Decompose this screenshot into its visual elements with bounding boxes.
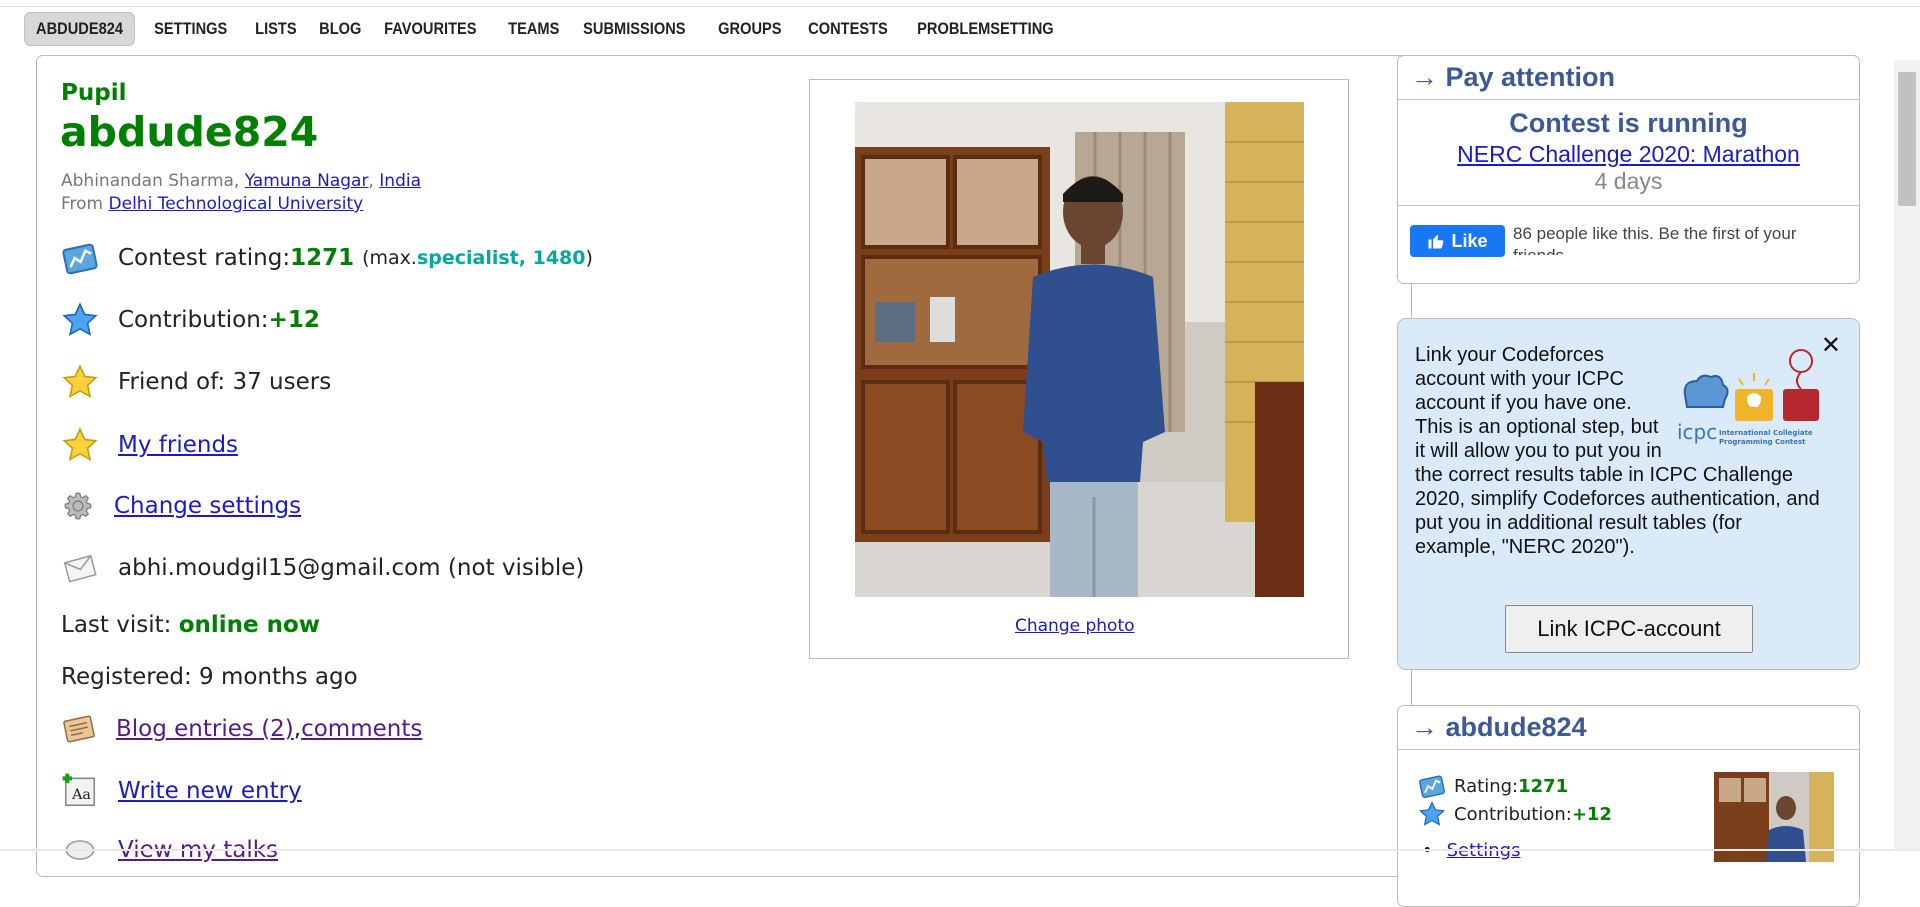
user-rank: Pupil [61,80,127,106]
contribution-label: Contribution: [118,307,269,333]
svg-text:Aa: Aa [71,787,91,803]
gold-star-icon [60,425,100,465]
change-photo-link[interactable]: Change photo [1015,616,1135,636]
rating-graph-icon [60,238,100,278]
menu-item-settings[interactable]: SETTINGS [143,13,238,45]
svg-text:International Collegiate: International Collegiate [1719,429,1813,437]
pay-attention-box: → Pay attention Contest is running NERC … [1397,55,1860,284]
rating-row: Contest rating: 1271 (max. specialist, 1… [60,238,593,278]
friend-of-text: Friend of: 37 users [118,369,332,395]
pay-attention-title: → Pay attention [1398,56,1859,100]
user-box-title: → abdude824 [1398,706,1859,750]
icpc-link-box: ✕ icpc International Collegiate Programm… [1397,318,1860,670]
link-icpc-account-button[interactable]: Link ICPC-account [1505,605,1753,653]
user-name-location: Abhinandan Sharma, Yamuna Nagar, India [61,171,421,191]
change-settings-row: Change settings [60,486,301,526]
menu-item-submissions[interactable]: SUBMISSIONS [572,13,697,45]
blog-book-icon [60,709,98,749]
my-friends-row: My friends [60,425,238,465]
max-close: ) [585,247,593,269]
gear-icon [60,486,96,526]
last-visit-value: online now [178,612,321,638]
menu-item-lists[interactable]: LISTS [244,13,308,45]
user-box-rating-label: Rating: [1454,775,1519,797]
blog-row: Blog entries (2), comments [60,709,422,749]
user-full-name: Abhinandan Sharma, [61,171,245,191]
facebook-like-count: 86 people like this. Be the first of you… [1513,224,1797,255]
blue-star-icon [1419,800,1445,826]
write-entry-row: Aa Write new entry [60,771,302,811]
new-entry-icon: Aa [60,771,100,811]
thumbs-up-icon [1428,235,1444,249]
user-photo [855,102,1304,597]
user-box-contribution-value: +12 [1571,803,1612,825]
menu-item-profile[interactable]: ABDUDE824 [24,12,136,46]
icpc-logo-word: icpc [1677,420,1717,444]
city-link[interactable]: Yamuna Nagar [245,171,369,191]
user-organization: From Delhi Technological University [61,194,363,214]
user-box-rating-value: 1271 [1518,775,1569,797]
contribution-value: +12 [268,307,320,333]
location-separator: , [368,171,380,191]
contribution-row: Contribution: +12 [60,300,320,340]
rating-label: Contest rating: [118,245,291,271]
blue-star-icon [60,300,100,340]
email-text: abhi.moudgil15@gmail.com (not visible) [118,555,585,581]
max-open: (max. [362,247,417,269]
profile-menu: ABDUDE824 SETTINGS LISTS BLOG FAVOURITES… [24,12,1080,46]
user-box-rating-row: Rating: 1271 [1418,772,1568,800]
last-visit-label: Last visit: [61,612,179,638]
running-contest-link[interactable]: NERC Challenge 2020: Marathon [1398,141,1859,168]
contest-status: Contest is running [1509,108,1748,138]
blog-comma: , [293,716,302,742]
icpc-logo: icpc International Collegiate Programmin… [1677,349,1819,446]
menu-item-teams[interactable]: TEAMS [497,13,571,45]
write-new-entry-link[interactable]: Write new entry [118,778,302,804]
facebook-like-button[interactable]: Like [1410,225,1505,257]
menu-item-contests[interactable]: CONTESTS [797,13,899,45]
contest-running-section: Contest is running NERC Challenge 2020: … [1398,100,1859,195]
svg-text:Programming Contest: Programming Contest [1719,438,1806,446]
rating-value: 1271 [290,245,355,271]
user-sidebar-box: → abdude824 Rating: 1271 Contribution: +… [1397,705,1860,907]
contest-remaining-time: 4 days [1594,168,1663,194]
menu-item-blog[interactable]: BLOG [308,13,373,45]
page-scrollbar-thumb[interactable] [1898,72,1916,206]
registered: Registered: 9 months ago [61,664,358,690]
menu-item-groups[interactable]: GROUPS [707,13,793,45]
last-visit: Last visit: online now [61,612,320,638]
organization-link[interactable]: Delhi Technological University [109,194,364,214]
my-friends-link[interactable]: My friends [118,432,238,458]
user-handle: abdude824 [60,108,319,156]
email-row: abhi.moudgil15@gmail.com (not visible) [60,548,584,588]
menu-item-problemsetting[interactable]: PROBLEMSETTING [906,13,1065,45]
from-label: From [61,194,109,214]
user-box-contribution-label: Contribution: [1454,803,1572,825]
facebook-like-widget: Like 86 people like this. Be the first o… [1398,205,1859,264]
gold-star-icon [60,362,100,402]
change-settings-link[interactable]: Change settings [114,493,301,519]
top-divider [0,6,1920,7]
icpc-description: icpc International Collegiate Programmin… [1415,343,1825,559]
blog-entries-link[interactable]: Blog entries (2) [116,716,294,742]
country-link[interactable]: India [379,171,421,191]
max-rating-value: specialist, 1480 [416,247,586,269]
facebook-like-label: Like [1451,230,1488,251]
friend-of-row: Friend of: 37 users [60,362,331,402]
envelope-icon [60,548,100,588]
user-box-contribution-row: Contribution: +12 [1418,800,1612,828]
rating-graph-icon [1419,775,1445,799]
menu-item-favourites[interactable]: FAVOURITES [373,13,488,45]
comments-link[interactable]: comments [301,716,422,742]
